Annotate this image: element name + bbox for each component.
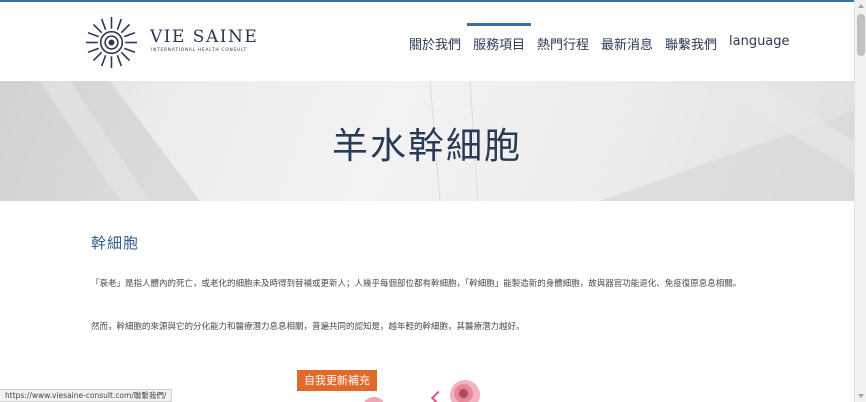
nav-item-news[interactable]: 最新消息 bbox=[601, 34, 653, 53]
main-nav: 關於我們 服務項目 熱門行程 最新消息 聯繫我們 language bbox=[0, 2, 854, 81]
scroll-down-arrow-icon[interactable] bbox=[858, 394, 864, 398]
nav-item-about[interactable]: 關於我們 bbox=[409, 34, 461, 53]
cell-illustration bbox=[450, 380, 480, 402]
nav-item-contact[interactable]: 聯繫我們 bbox=[665, 34, 717, 53]
vertical-scrollbar[interactable] bbox=[854, 0, 866, 402]
section-heading: 幹細胞 bbox=[91, 234, 140, 252]
site-header: VIE SAINE INTERNATIONAL HEALTH CONSULT 關… bbox=[0, 2, 854, 81]
nav-item-language[interactable]: language bbox=[729, 34, 790, 49]
link-status-bar: https://www.viesaine-consult.com/聯繫我們/ bbox=[0, 389, 173, 402]
scrollbar-thumb[interactable] bbox=[857, 14, 865, 56]
body-paragraph: 然而，幹細胞的來源與它的分化能力和醫療潛力息息相關，普遍共同的認知是，越年輕的幹… bbox=[91, 322, 525, 332]
arrow-icon bbox=[430, 390, 446, 402]
diagram-tag: 自我更新補充 bbox=[297, 370, 377, 391]
body-paragraph: 「衰老」是指人體內的死亡，或老化的細胞未及時得到替補或更新人；人幾乎每個部位都有… bbox=[91, 279, 742, 289]
page-title: 羊水幹細胞 bbox=[331, 126, 522, 167]
nav-item-services[interactable]: 服務項目 bbox=[466, 23, 532, 53]
hero-banner: 羊水幹細胞 bbox=[0, 81, 854, 201]
scroll-up-arrow-icon[interactable] bbox=[858, 4, 864, 8]
cell-illustration bbox=[362, 397, 386, 402]
nav-item-tours[interactable]: 熱門行程 bbox=[537, 34, 589, 53]
